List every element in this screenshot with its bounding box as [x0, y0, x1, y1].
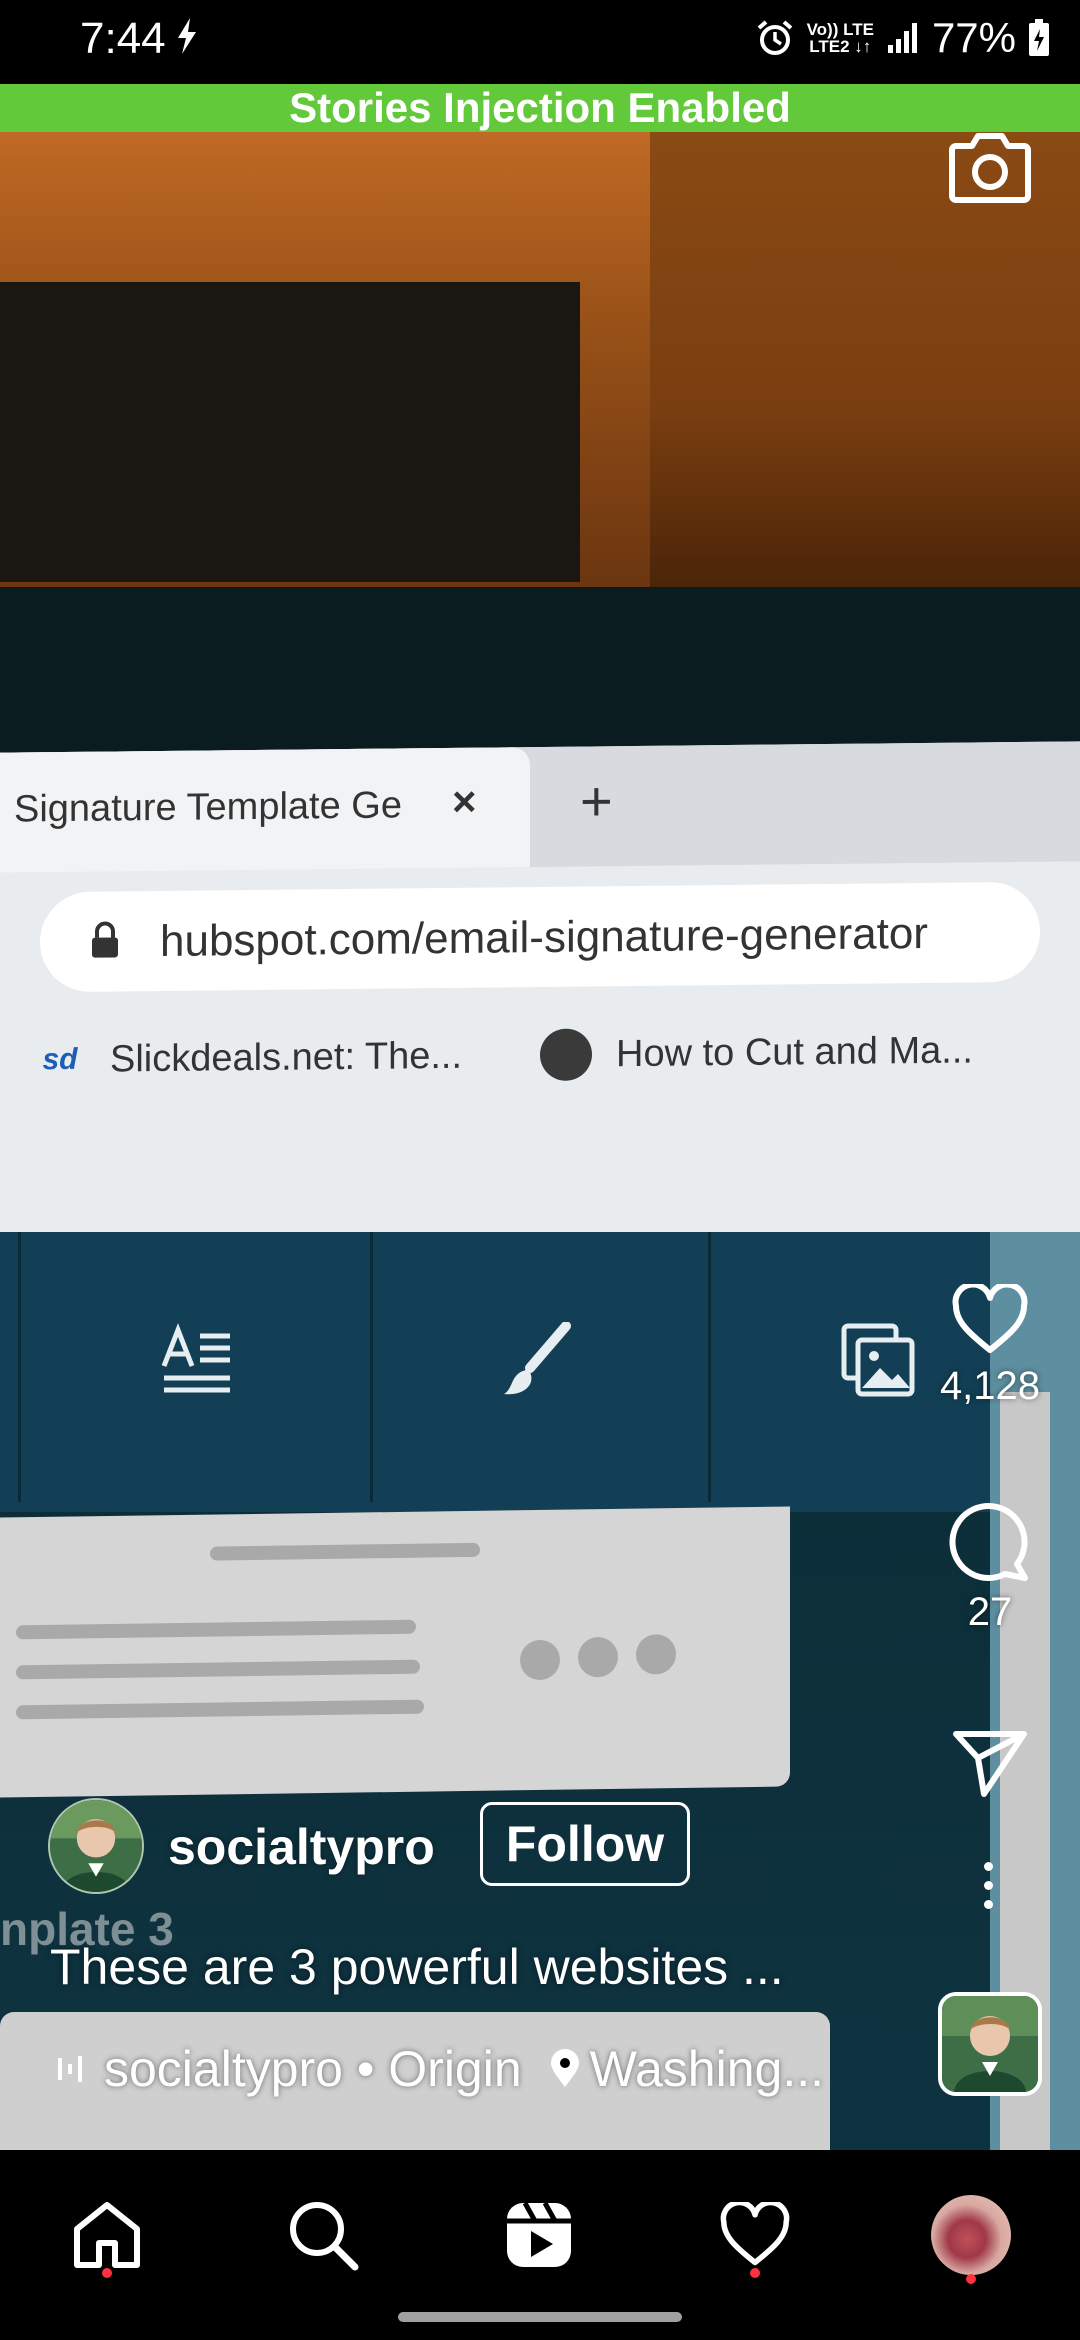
audio-bars-icon — [58, 2056, 82, 2082]
status-bar: 7:44 Vo)) LTE LTE2 ↓↑ 77% — [0, 0, 1080, 84]
search-icon[interactable] — [287, 2199, 359, 2271]
laptop-bezel — [0, 587, 1080, 767]
more-vertical-icon[interactable] — [984, 1862, 993, 1909]
bookmark-label: How to Cut and Ma... — [616, 1028, 973, 1075]
network-top: Vo)) LTE — [806, 20, 874, 39]
like-count: 4,128 — [939, 1364, 1041, 1408]
activity-notification-dot — [750, 2268, 760, 2278]
toolbar-divider — [370, 1232, 373, 1502]
nav-home[interactable] — [62, 2190, 152, 2280]
battery-percent: 77% — [931, 14, 1016, 61]
audio-thumbnail-avatar — [942, 1996, 1038, 2092]
share-action[interactable] — [950, 1728, 1030, 1798]
reels-icon[interactable] — [503, 2199, 575, 2271]
network-type: Vo)) LTE LTE2 ↓↑ — [807, 21, 874, 55]
bookmarks-bar: sd Slickdeals.net: The... How to Cut and… — [0, 1001, 1080, 1102]
author-avatar-image — [50, 1800, 142, 1892]
heart-icon[interactable] — [718, 2202, 792, 2268]
send-icon[interactable] — [952, 1728, 1028, 1798]
tab-close-icon: × — [452, 777, 477, 825]
home-indicator[interactable] — [398, 2312, 682, 2322]
charging-icon — [178, 18, 196, 54]
author-avatar[interactable] — [48, 1798, 144, 1894]
browser-window: Signature Template Ge × + hubspot.com/em… — [0, 741, 1080, 1258]
text-format-icon — [161, 1323, 230, 1393]
location-label[interactable]: Washing... — [590, 2040, 824, 2098]
location-pin-icon — [550, 2049, 579, 2087]
post-meta-row: socialtypro • Origin Washing... — [56, 2040, 824, 2098]
bookmark-item: sd Slickdeals.net: The... — [34, 1030, 462, 1086]
camera-icon[interactable] — [948, 128, 1032, 204]
status-time: 7:44 — [80, 14, 166, 63]
post-caption[interactable]: These are 3 powerful websites ... — [50, 1938, 784, 1996]
injection-banner: Stories Injection Enabled — [0, 84, 1080, 132]
signal-icon — [887, 23, 917, 53]
browser-url: hubspot.com/email-signature-generator — [160, 908, 928, 966]
status-icons: Vo)) LTE LTE2 ↓↑ 77% — [755, 14, 1050, 62]
image-gallery-icon — [841, 1323, 915, 1397]
network-bottom: LTE2 ↓↑ — [809, 37, 872, 56]
nav-reels[interactable] — [494, 2190, 584, 2280]
comment-action[interactable]: 27 — [930, 1502, 1050, 1635]
battery-icon — [1029, 19, 1049, 56]
comment-icon[interactable] — [949, 1502, 1031, 1582]
nav-profile[interactable] — [926, 2190, 1016, 2280]
audio-label[interactable]: socialtypro • Origin — [104, 2040, 522, 2098]
comment-count: 27 — [967, 1590, 1013, 1634]
follow-button[interactable]: Follow — [480, 1802, 690, 1886]
nav-search[interactable] — [278, 2190, 368, 2280]
bookmark-favicon-icon — [540, 1028, 592, 1081]
like-action[interactable]: 4,128 — [930, 1284, 1050, 1409]
browser-tab: Signature Template Ge × — [0, 747, 530, 873]
banner-text: Stories Injection Enabled — [289, 84, 791, 131]
lock-icon — [92, 921, 118, 958]
toolbar-divider — [708, 1232, 711, 1502]
heart-icon[interactable] — [950, 1284, 1030, 1356]
home-notification-dot — [102, 2268, 112, 2278]
home-icon[interactable] — [71, 2199, 143, 2271]
brush-icon — [504, 1322, 571, 1395]
signature-template-card — [0, 1506, 790, 1798]
author-username[interactable]: socialtypro — [168, 1818, 435, 1876]
new-tab-icon: + — [580, 769, 613, 833]
browser-address-bar: hubspot.com/email-signature-generator — [40, 881, 1040, 993]
video-background-doorway — [0, 282, 580, 582]
audio-thumbnail[interactable] — [938, 1992, 1042, 2096]
signature-editor-toolbar — [0, 1232, 1080, 1512]
toolbar-divider — [18, 1232, 21, 1502]
browser-tab-strip: Signature Template Ge × + — [0, 741, 1080, 873]
alarm-icon — [757, 20, 792, 55]
slickdeals-icon: sd — [42, 1042, 78, 1077]
bookmark-item: How to Cut and Ma... — [540, 1024, 973, 1081]
bookmark-label: Slickdeals.net: The... — [110, 1034, 463, 1081]
profile-notification-dot — [966, 2274, 976, 2284]
profile-avatar[interactable] — [931, 2195, 1011, 2275]
browser-tab-title: Signature Template Ge — [14, 784, 402, 831]
nav-activity[interactable] — [710, 2190, 800, 2280]
